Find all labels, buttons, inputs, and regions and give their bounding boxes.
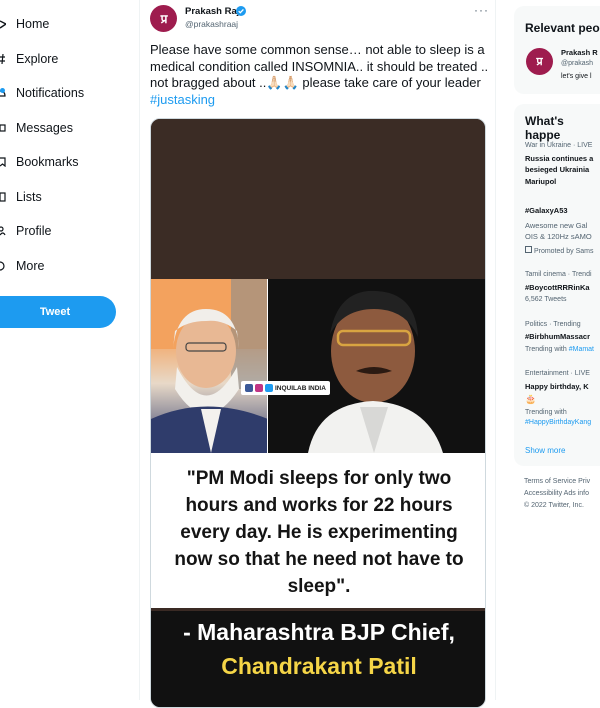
trending-with: Trending with #Mamat xyxy=(525,346,594,353)
relevant-person-name[interactable]: Prakash R xyxy=(561,47,598,58)
bookmark-icon xyxy=(0,155,10,169)
nav-lists[interactable]: Lists xyxy=(0,180,42,214)
twitter-icon xyxy=(265,384,273,392)
media-dark-band xyxy=(151,119,485,279)
footer-links-2[interactable]: Accessibility Ads info xyxy=(524,490,589,497)
trend-tweet-count: 6,562 Tweets xyxy=(525,296,567,303)
trending-with-tag[interactable]: #Mamat xyxy=(569,346,594,353)
nav-bookmarks-label: Bookmarks xyxy=(16,155,79,169)
nav-messages[interactable]: Messages xyxy=(0,111,73,145)
promoted-icon xyxy=(525,246,532,253)
instagram-icon xyxy=(255,384,263,392)
trend-title: #BoycottRRRinKa xyxy=(525,283,590,292)
tweet-text: Please have some common sense… not able … xyxy=(150,42,490,108)
media-watermark: INQUILAB INDIA xyxy=(241,381,330,395)
tweet-button[interactable]: Tweet xyxy=(0,296,116,328)
list-icon xyxy=(0,190,10,204)
user-icon xyxy=(0,224,10,238)
relevant-person-bio: let's give l xyxy=(561,73,592,80)
trend-context: Entertainment · LIVE xyxy=(525,370,590,377)
bell-icon xyxy=(0,86,10,100)
trend-context: War in Ukraine · LIVE xyxy=(525,142,593,149)
trend-description: OIS & 120Hz sAMO xyxy=(525,232,592,241)
nav-more-label: More xyxy=(16,259,45,273)
more-circle-icon xyxy=(0,259,10,273)
relevant-people-title: Relevant peo xyxy=(525,21,600,35)
trend-context: Tamil cinema · Trendi xyxy=(525,271,592,278)
attribution-line-2: Chandrakant Patil xyxy=(221,653,417,679)
watermark-text: INQUILAB INDIA xyxy=(275,384,326,392)
show-more-link[interactable]: Show more xyxy=(525,446,565,455)
nav-profile-label: Profile xyxy=(16,224,52,238)
trend-title: Russia continues a xyxy=(525,154,594,163)
relevant-person-handle[interactable]: @prakash xyxy=(561,60,593,67)
trend-title: #BirbhumMassacr xyxy=(525,332,591,341)
nav-explore-label: Explore xyxy=(16,52,59,66)
footer-copyright: © 2022 Twitter, Inc. xyxy=(524,502,584,509)
nav-home-label: Home xyxy=(16,17,50,31)
author-avatar[interactable]: प्र xyxy=(150,5,177,32)
left-navigation: Home Explore Notifications Messages Book… xyxy=(0,0,140,700)
verified-badge-icon xyxy=(236,6,246,16)
trend-title: Mariupol xyxy=(525,177,557,186)
envelope-icon xyxy=(0,121,10,135)
trending-with-label: Trending with xyxy=(525,409,567,416)
attribution-line-1: - Maharashtra BJP Chief, xyxy=(183,619,455,645)
hashtag-link[interactable]: #justasking xyxy=(150,92,215,107)
trend-title: besieged Ukrainia xyxy=(525,165,590,174)
notification-dot xyxy=(0,88,5,93)
home-icon xyxy=(0,17,10,31)
nav-messages-label: Messages xyxy=(16,121,73,135)
author-handle[interactable]: @prakashraaj xyxy=(185,19,238,29)
relevant-person-avatar[interactable]: प्र xyxy=(526,48,553,75)
footer-links-1[interactable]: Terms of Service Priv xyxy=(524,478,590,485)
tweet-media[interactable]: INQUILAB INDIA "PM Modi sleeps for only … xyxy=(150,118,486,708)
left-divider xyxy=(139,0,140,700)
trend-title: Happy birthday, K xyxy=(525,382,589,391)
nav-explore[interactable]: Explore xyxy=(0,42,58,76)
more-options-icon[interactable]: ··· xyxy=(474,3,489,17)
nav-home[interactable]: Home xyxy=(0,7,49,41)
author-name[interactable]: Prakash Raj xyxy=(185,6,239,17)
nav-notifications[interactable]: Notifications xyxy=(0,76,84,110)
nav-notifications-label: Notifications xyxy=(16,86,85,100)
trends-title: What's happe xyxy=(525,114,564,142)
trending-with-label: Trending with xyxy=(525,346,569,353)
trend-description: Awesome new Gal xyxy=(525,221,588,230)
nav-bookmarks[interactable]: Bookmarks xyxy=(0,145,79,179)
promoted-label: Promoted by Sams xyxy=(525,246,593,255)
nav-lists-label: Lists xyxy=(16,190,42,204)
photo-left xyxy=(151,279,268,453)
trend-context: Politics · Trending xyxy=(525,321,581,328)
nav-profile[interactable]: Profile xyxy=(0,214,51,248)
media-quote: "PM Modi sleeps for only two hours and w… xyxy=(174,468,464,597)
photo-right xyxy=(268,279,485,453)
trending-with-tag[interactable]: #HappyBirthdayKang xyxy=(525,419,591,426)
nav-more[interactable]: More xyxy=(0,249,44,283)
promoted-text: Promoted by Sams xyxy=(533,248,594,255)
right-divider xyxy=(495,0,496,700)
facebook-icon xyxy=(245,384,253,392)
tweet-body: Please have some common sense… not able … xyxy=(150,42,489,90)
hash-icon xyxy=(0,52,10,66)
trend-title: #GalaxyA53 xyxy=(525,206,568,215)
cake-emoji: 🎂 xyxy=(525,394,537,404)
